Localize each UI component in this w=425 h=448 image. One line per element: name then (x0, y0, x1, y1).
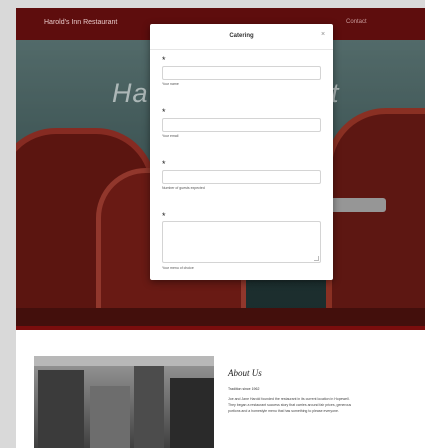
guests-hint: Number of guests expected (162, 186, 205, 190)
about-section: About Us Tradition since 1962 Joe and Ja… (16, 330, 425, 448)
guests-field[interactable] (162, 170, 321, 184)
hero-title-left: Ha (112, 78, 149, 108)
required-marker: * (162, 159, 166, 169)
photo-building (134, 366, 164, 448)
modal-title: Catering (229, 33, 254, 39)
photo-building (38, 370, 84, 448)
email-hint: Your email (162, 134, 179, 138)
nav-item-contact[interactable]: Contact (346, 19, 367, 25)
about-body: Joe and Jane Harold founded the restaura… (228, 397, 352, 413)
photo-building (90, 386, 130, 448)
navbar-brand[interactable]: Harold's Inn Restaurant (44, 19, 117, 26)
required-marker: * (162, 211, 166, 221)
required-marker: * (162, 107, 166, 117)
resize-grip-icon[interactable] (314, 256, 319, 261)
catering-modal: Catering × * Your name * Your email * Nu… (150, 24, 333, 280)
name-hint: Your name (162, 82, 179, 86)
photo-building (170, 378, 214, 448)
menu-hint: Your menu of choice (162, 266, 194, 270)
menu-textarea[interactable] (162, 221, 321, 263)
email-field[interactable] (162, 118, 321, 132)
name-field[interactable] (162, 66, 321, 80)
website-page: Harold's Inn Restaurant Contact Ha nt Ab… (16, 8, 425, 448)
close-icon[interactable]: × (321, 31, 325, 38)
required-marker: * (162, 55, 166, 65)
about-subtitle: Tradition since 1962 (228, 387, 260, 391)
modal-header: Catering × (150, 24, 333, 50)
photo-sky (34, 356, 214, 366)
about-title: About Us (228, 368, 262, 378)
about-photo (34, 356, 214, 448)
